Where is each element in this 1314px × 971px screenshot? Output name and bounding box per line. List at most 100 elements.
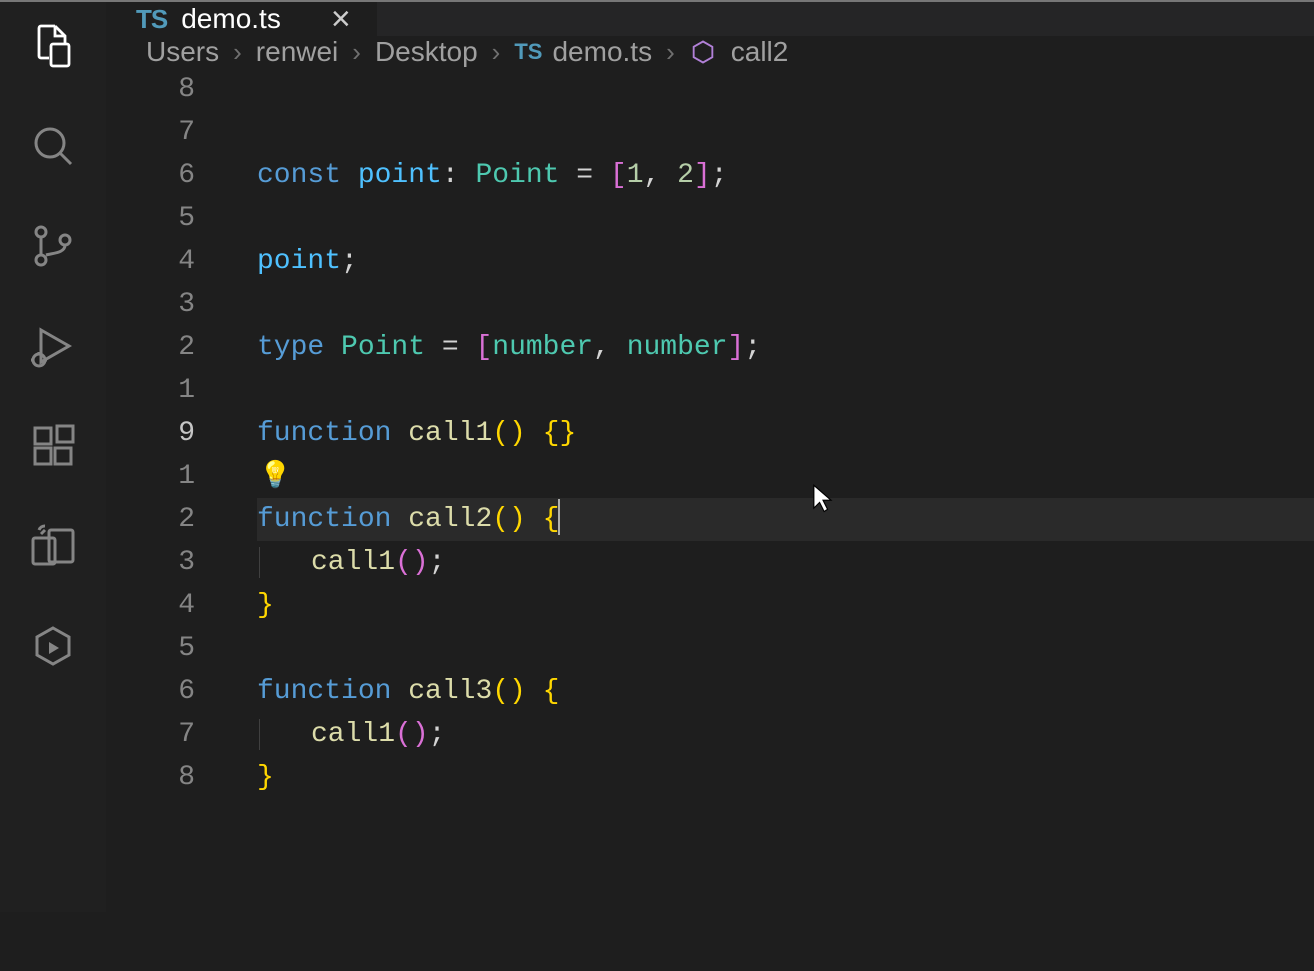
breadcrumb-segment[interactable]: renwei xyxy=(256,36,338,68)
code-line[interactable]: 💡 xyxy=(257,455,1314,498)
token: { xyxy=(543,676,560,707)
token: = xyxy=(425,332,475,363)
breadcrumb-segment[interactable]: Users xyxy=(146,36,219,68)
breadcrumb-segment[interactable]: Desktop xyxy=(375,36,478,68)
token: [ xyxy=(610,160,627,191)
line-number: 2 xyxy=(106,326,195,369)
line-number: 7 xyxy=(106,111,195,154)
token: function xyxy=(257,504,408,535)
token: call2 xyxy=(408,504,492,535)
token: const xyxy=(257,160,358,191)
function-icon xyxy=(689,38,717,66)
close-icon[interactable]: × xyxy=(331,2,351,36)
editor[interactable]: 87654321912345678 const point: Point = [… xyxy=(106,68,1314,971)
line-number: 8 xyxy=(106,68,195,111)
breadcrumb[interactable]: Users › renwei › Desktop › TS demo.ts › … xyxy=(106,36,1314,68)
code-area[interactable]: const point: Point = [1, 2]; point; type… xyxy=(221,68,1314,971)
tab-bar: TS demo.ts × xyxy=(106,2,1314,36)
code-line[interactable] xyxy=(257,842,1314,885)
token xyxy=(526,676,543,707)
line-number: 2 xyxy=(106,498,195,541)
gutter: 87654321912345678 xyxy=(106,68,221,971)
search-icon[interactable] xyxy=(29,122,77,170)
code-line[interactable] xyxy=(257,283,1314,326)
token: , xyxy=(593,332,627,363)
typescript-icon: TS xyxy=(136,4,167,35)
token: Point xyxy=(475,160,559,191)
line-number: 1 xyxy=(106,455,195,498)
token: , xyxy=(644,160,678,191)
token: call1 xyxy=(311,547,395,578)
code-line[interactable] xyxy=(257,369,1314,412)
token: ; xyxy=(744,332,761,363)
source-control-icon[interactable] xyxy=(29,222,77,270)
code-line[interactable]: } xyxy=(257,584,1314,627)
code-line[interactable]: function call2() { xyxy=(257,498,1314,541)
token: Point xyxy=(341,332,425,363)
token: () xyxy=(492,676,526,707)
chevron-right-icon: › xyxy=(233,37,242,68)
code-line[interactable]: } xyxy=(257,756,1314,799)
token: () xyxy=(492,418,526,449)
code-line[interactable]: call1(); xyxy=(257,541,1314,584)
token: ] xyxy=(694,160,711,191)
line-number: 4 xyxy=(106,584,195,627)
token: number xyxy=(492,332,593,363)
extensions-icon[interactable] xyxy=(29,422,77,470)
token: ; xyxy=(711,160,728,191)
code-line[interactable]: type Point = [number, number]; xyxy=(257,326,1314,369)
line-number: 9 xyxy=(106,412,195,455)
tab-label: demo.ts xyxy=(181,3,281,35)
typescript-icon: TS xyxy=(514,39,542,65)
explorer-icon[interactable] xyxy=(29,22,77,70)
code-line[interactable] xyxy=(257,627,1314,670)
line-number: 5 xyxy=(106,627,195,670)
token xyxy=(526,504,543,535)
code-line[interactable]: call1(); xyxy=(257,713,1314,756)
token: [ xyxy=(475,332,492,363)
code-line[interactable]: const point: Point = [1, 2]; xyxy=(257,154,1314,197)
code-line[interactable]: function call1() {} xyxy=(257,412,1314,455)
chevron-right-icon: › xyxy=(352,37,361,68)
line-number: 1 xyxy=(106,369,195,412)
token: ; xyxy=(429,719,446,750)
code-line[interactable]: point; xyxy=(257,240,1314,283)
token: () xyxy=(395,719,429,750)
chevron-right-icon: › xyxy=(666,37,675,68)
remote-explorer-icon[interactable] xyxy=(29,522,77,570)
line-number: 5 xyxy=(106,197,195,240)
token: call3 xyxy=(408,676,492,707)
indent-guide: call1(); xyxy=(259,719,445,750)
lightbulb-icon[interactable]: 💡 xyxy=(259,461,291,491)
text-cursor xyxy=(558,499,560,535)
code-line[interactable]: function call3() { xyxy=(257,670,1314,713)
token: type xyxy=(257,332,341,363)
line-number: 3 xyxy=(106,283,195,326)
token: 1 xyxy=(627,160,644,191)
line-number: 6 xyxy=(106,670,195,713)
token: {} xyxy=(543,418,577,449)
tab-demo-ts[interactable]: TS demo.ts × xyxy=(106,2,378,36)
run-debug-icon[interactable] xyxy=(29,322,77,370)
token: point xyxy=(358,160,442,191)
breadcrumb-symbol[interactable]: call2 xyxy=(731,36,789,68)
token xyxy=(526,418,543,449)
line-number: 3 xyxy=(106,541,195,584)
token: ; xyxy=(341,246,358,277)
testing-icon[interactable] xyxy=(29,622,77,670)
token: { xyxy=(543,504,560,535)
token: : xyxy=(442,160,476,191)
token: () xyxy=(492,504,526,535)
token: 2 xyxy=(677,160,694,191)
breadcrumb-file[interactable]: demo.ts xyxy=(552,36,652,68)
token: call1 xyxy=(408,418,492,449)
line-number: 6 xyxy=(106,154,195,197)
token: function xyxy=(257,418,408,449)
line-number: 7 xyxy=(106,713,195,756)
code-line[interactable] xyxy=(257,799,1314,842)
token: = xyxy=(559,160,609,191)
line-number: 8 xyxy=(106,756,195,799)
code-line[interactable] xyxy=(257,197,1314,240)
token: } xyxy=(257,762,274,793)
token: function xyxy=(257,676,408,707)
